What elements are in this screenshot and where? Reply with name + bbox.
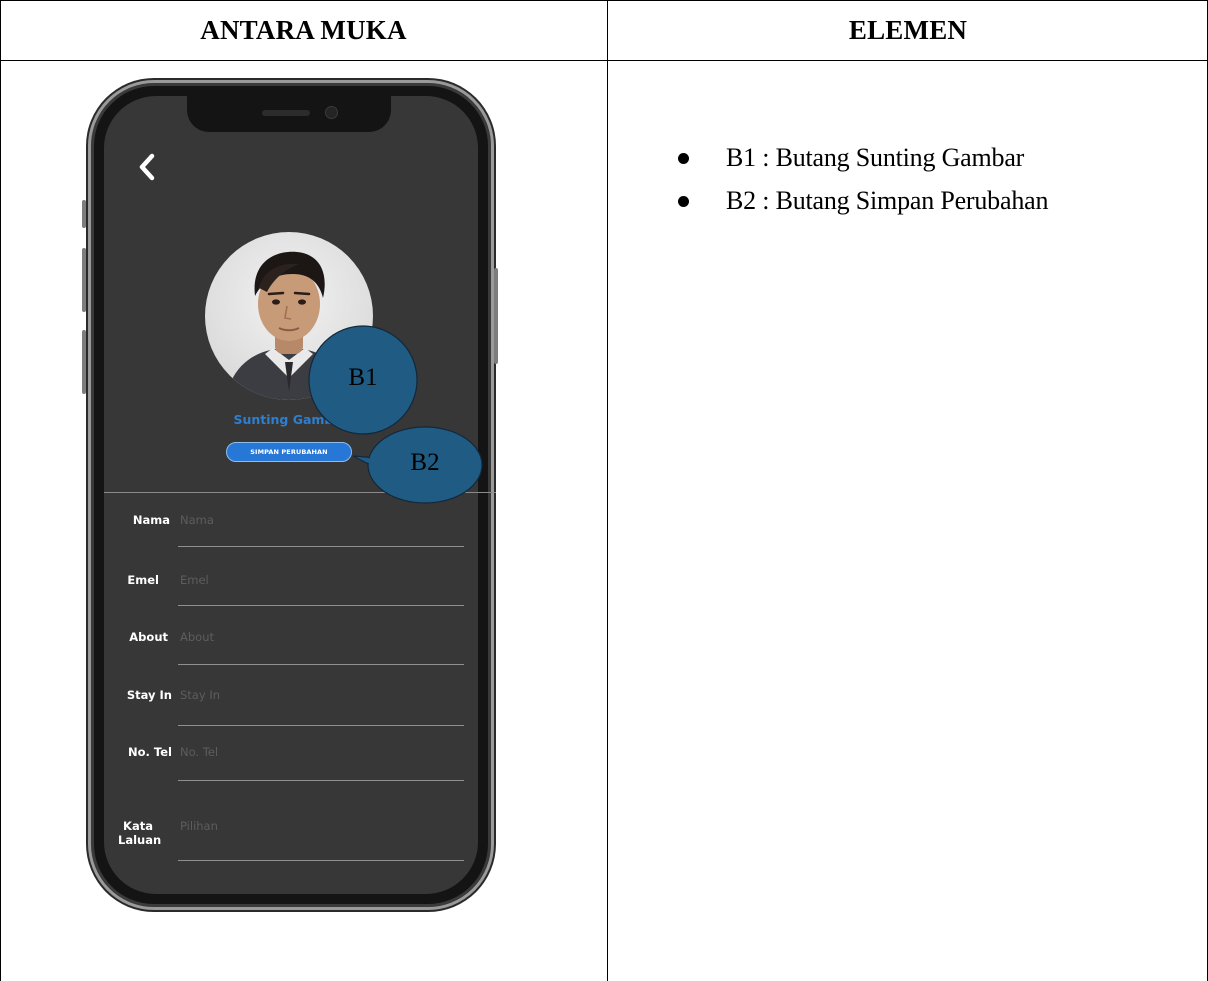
element-text-b1: B1 : Butang Sunting Gambar — [726, 143, 1025, 172]
bullet-icon — [678, 196, 689, 207]
element-list: B1 : Butang Sunting Gambar B2 : Butang S… — [672, 136, 1048, 222]
element-list-item: B1 : Butang Sunting Gambar — [672, 136, 1048, 179]
bullet-icon — [678, 153, 689, 164]
callout-b1-label: B1 — [348, 364, 378, 391]
callout-b2-label: B2 — [410, 449, 440, 476]
element-text-b2: B2 : Butang Simpan Perubahan — [726, 186, 1049, 215]
element-list-item: B2 : Butang Simpan Perubahan — [672, 179, 1048, 222]
